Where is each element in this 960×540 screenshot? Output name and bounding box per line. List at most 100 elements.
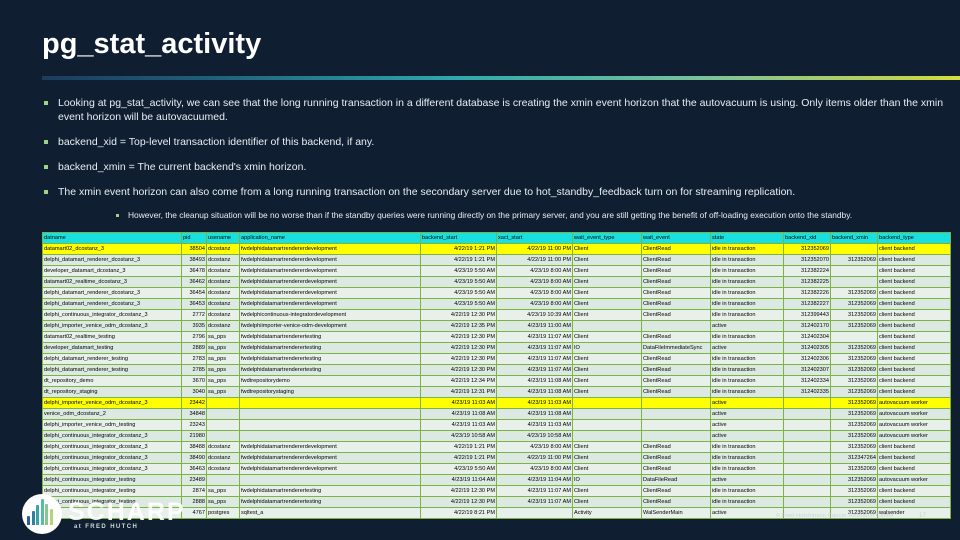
- table-cell: 4/23/19 11:07 AM: [497, 332, 572, 342]
- table-cell: WalSenderMain: [642, 508, 710, 518]
- table-row[interactable]: delphi_datamart_renderer_testing 2783 sa_p…: [43, 354, 950, 364]
- table-cell: active: [711, 409, 783, 419]
- table-row[interactable]: delphi_continuous_integrator_dcostanz_3 3…: [43, 442, 950, 452]
- table-row[interactable]: delphi_continuous_integrator_dcostanz_3 2…: [43, 310, 950, 320]
- column-header[interactable]: wait_event_type: [573, 233, 641, 243]
- table-cell: 4/23/19 11:07 AM: [497, 497, 572, 507]
- table-cell: sa_pps: [207, 343, 239, 353]
- table-cell: client backend: [878, 277, 950, 287]
- table-cell: idle in transaction: [711, 310, 783, 320]
- table-row[interactable]: datamart02_dcostanz_3 38504 dcostanz fwdelp…: [43, 244, 950, 254]
- table-cell: 312382224: [784, 266, 830, 276]
- table-cell: fwdelphidatamartrenderertesting: [240, 497, 420, 507]
- table-cell: 4/23/19 11:08 AM: [497, 409, 572, 419]
- table-row[interactable]: dt_repository_staging 3040 sa_pps fwdtrepos…: [43, 387, 950, 397]
- table-cell: 312402304: [784, 332, 830, 342]
- table-cell: ClientRead: [642, 332, 710, 342]
- table-cell: sqltest_a: [240, 508, 420, 518]
- table-body: datamart02_dcostanz_3 38504 dcostanz fwdelp…: [43, 244, 950, 518]
- table-cell: 4/23/19 5:50 AM: [421, 464, 496, 474]
- table-cell: [784, 420, 830, 430]
- table-cell: fwdelphidatamartrendererdevelopment: [240, 453, 420, 463]
- table-row[interactable]: delphi_continuous_integrator_dcostanz_3 3…: [43, 453, 950, 463]
- table-row[interactable]: dt_repository_demo 3670 sa_pps fwdtreposito…: [43, 376, 950, 386]
- table-cell: sa_pps: [207, 354, 239, 364]
- table-row[interactable]: delphi_continuous_integrator_testing 2348…: [43, 475, 950, 485]
- table-row[interactable]: delphi_datamart_renderer_dcostanz_3 36453…: [43, 299, 950, 309]
- table-cell: delphi_datamart_renderer_testing: [43, 365, 181, 375]
- column-header[interactable]: application_name: [240, 233, 420, 243]
- table-row[interactable]: delphi_importer_venice_odm_dcostanz_3 234…: [43, 398, 950, 408]
- table-row[interactable]: delphi_datamart_renderer_dcostanz_3 36454…: [43, 288, 950, 298]
- table-cell: sa_pps: [207, 365, 239, 375]
- table-cell: dcostanz: [207, 288, 239, 298]
- table-row[interactable]: datamart02_realtime_testing 2796 sa_pps fwd…: [43, 332, 950, 342]
- column-header[interactable]: pid: [182, 233, 206, 243]
- table-cell: 312352069: [831, 365, 877, 375]
- table-cell: 4/22/19 12:30 PM: [421, 365, 496, 375]
- table-cell: 36463: [182, 464, 206, 474]
- table-row[interactable]: developer_datamart_testing 2889 sa_pps fwde…: [43, 343, 950, 353]
- table-cell: [207, 420, 239, 430]
- pg-stat-activity-table: datname pid usename application_name backend…: [42, 232, 951, 519]
- table-cell: Client: [573, 486, 641, 496]
- table-row[interactable]: delphi_datamart_renderer_dcostanz_3 38493…: [43, 255, 950, 265]
- bullet-item: The xmin event horizon can also come fro…: [42, 185, 950, 199]
- table-cell: 312352069: [831, 343, 877, 353]
- table-cell: idle in transaction: [711, 376, 783, 386]
- table-cell: Client: [573, 244, 641, 254]
- table-cell: 36454: [182, 288, 206, 298]
- table-cell: [573, 398, 641, 408]
- column-header[interactable]: wait_event: [642, 233, 710, 243]
- table-cell: Client: [573, 497, 641, 507]
- table-cell: sa_pps: [207, 376, 239, 386]
- copyright-text: © Fred Hutchinson Cancer Research Center: [775, 513, 894, 519]
- table-cell: delphi_importer_venice_odm_dcostanz_3: [43, 321, 181, 331]
- column-header[interactable]: state: [711, 233, 783, 243]
- table-row[interactable]: delphi_datamart_renderer_testing 2785 sa_p…: [43, 365, 950, 375]
- table-cell: 312352069: [831, 442, 877, 452]
- table-cell: 312402334: [784, 376, 830, 386]
- table-cell: [240, 420, 420, 430]
- table-cell: 4/23/19 11:07 AM: [497, 365, 572, 375]
- table-cell: dcostanz: [207, 299, 239, 309]
- table-cell: delphi_importer_venice_odm_testing: [43, 420, 181, 430]
- table-cell: 2796: [182, 332, 206, 342]
- table-cell: 312352069: [831, 387, 877, 397]
- column-header[interactable]: backend_type: [878, 233, 950, 243]
- table-cell: fwdelphidatamartrenderertesting: [240, 365, 420, 375]
- table-cell: 4/22/19 12:31 PM: [421, 387, 496, 397]
- table-cell: DataFileImmediateSync: [642, 343, 710, 353]
- table-cell: 312352069: [831, 288, 877, 298]
- column-header[interactable]: datname: [43, 233, 181, 243]
- table-row[interactable]: datamart02_realtime_dcostanz_3 36462 dcost…: [43, 277, 950, 287]
- table-row[interactable]: delphi_importer_venice_odm_dcostanz_3 393…: [43, 321, 950, 331]
- table-cell: client backend: [878, 486, 950, 496]
- table-cell: Client: [573, 332, 641, 342]
- table-cell: dcostanz: [207, 277, 239, 287]
- table-cell: 4/22/19 12:34 PM: [421, 376, 496, 386]
- table-cell: 4/22/19 1:21 PM: [421, 453, 496, 463]
- column-header[interactable]: backend_xmin: [831, 233, 877, 243]
- table-cell: dcostanz: [207, 266, 239, 276]
- table-row[interactable]: delphi_continuous_integrator_dcostanz_3 2…: [43, 431, 950, 441]
- table-row[interactable]: delphi_continuous_integrator_dcostanz_3 3…: [43, 464, 950, 474]
- table-cell: 4/23/19 8:00 AM: [497, 266, 572, 276]
- table-cell: 4/22/19 12:35 PM: [421, 321, 496, 331]
- table-cell: 4/23/19 10:39 AM: [497, 310, 572, 320]
- logo-wordmark: SCHARP: [68, 498, 186, 526]
- table-cell: 4/23/19 8:00 AM: [497, 442, 572, 452]
- table-cell: fwdelphidatamartrendererdevelopment: [240, 464, 420, 474]
- table-cell: fwdelphidatamartrendererdevelopment: [240, 288, 420, 298]
- table-cell: Client: [573, 299, 641, 309]
- table-cell: delphi_continuous_integrator_dcostanz_3: [43, 431, 181, 441]
- table-row[interactable]: delphi_importer_venice_odm_testing 23243 4…: [43, 420, 950, 430]
- table-row[interactable]: developer_datamart_dcostanz_3 36478 dcosta…: [43, 266, 950, 276]
- table-cell: 312382225: [784, 277, 830, 287]
- column-header[interactable]: usename: [207, 233, 239, 243]
- table-cell: dt_repository_staging: [43, 387, 181, 397]
- column-header[interactable]: xact_start: [497, 233, 572, 243]
- column-header[interactable]: backend_start: [421, 233, 496, 243]
- column-header[interactable]: backend_xid: [784, 233, 830, 243]
- table-row[interactable]: venice_odm_dcostanz_2 34848 4/23/19 11:08 …: [43, 409, 950, 419]
